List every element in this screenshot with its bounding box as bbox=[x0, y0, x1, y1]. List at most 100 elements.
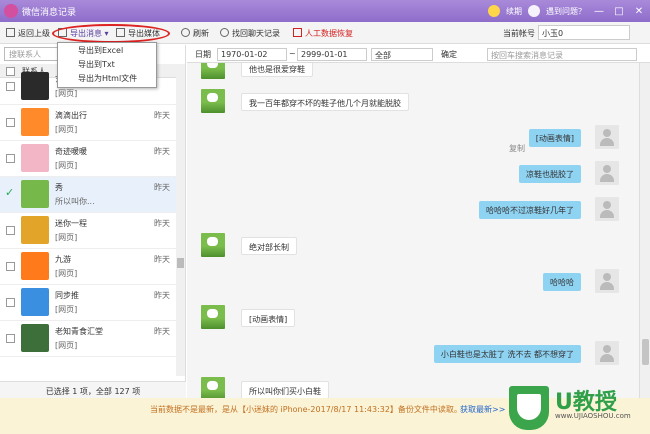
document-icon bbox=[293, 28, 302, 37]
user-avatar-icon bbox=[595, 161, 619, 185]
app-logo-icon bbox=[4, 4, 18, 18]
problem-link[interactable]: 遇到问题？ bbox=[546, 6, 586, 17]
message-bubble[interactable]: [动画表情] bbox=[528, 129, 581, 147]
message-bubble[interactable]: 我一百年都穿不坏的鞋子他几个月就能脱胶 bbox=[241, 93, 409, 111]
contact-time: 昨天 bbox=[154, 111, 170, 120]
contact-checkbox[interactable] bbox=[6, 334, 15, 343]
contact-preview: 所以叫你... bbox=[55, 197, 95, 206]
message-bubble[interactable]: 哈哈哈不过凉鞋好几年了 bbox=[479, 201, 581, 219]
contact-row[interactable]: 九游 [网页] 昨天 bbox=[0, 249, 176, 285]
title-bar-actions: 续期 遇到问题？ — □ ✕ bbox=[488, 3, 646, 19]
user-avatar-icon bbox=[595, 197, 619, 221]
contact-avatar-icon bbox=[201, 89, 225, 113]
contact-row[interactable]: 老知青食汇堂 [网页] 昨天 bbox=[0, 321, 176, 357]
contact-avatar bbox=[21, 324, 49, 352]
contact-preview: [网页] bbox=[55, 89, 78, 98]
contact-checkbox[interactable] bbox=[6, 298, 15, 307]
recover-icon bbox=[220, 28, 229, 37]
contact-list: 艺术西区[网页]滴滴出行[网页]昨天奇迹暖暖[网页]昨天✓秀所以叫你...昨天迷… bbox=[0, 72, 176, 357]
date-label: 日期 bbox=[195, 50, 211, 59]
confirm-button[interactable]: 确定 bbox=[441, 49, 457, 60]
contact-avatar bbox=[21, 72, 49, 100]
contact-checkbox[interactable] bbox=[6, 262, 15, 271]
manual-recovery-label: 人工数据恢复 bbox=[305, 29, 353, 38]
contact-scrollbar[interactable] bbox=[176, 64, 185, 376]
selection-summary: 已选择 1 项，全部 127 项 bbox=[0, 381, 186, 398]
contact-name: 迷你一程 bbox=[55, 219, 87, 228]
renew-link[interactable]: 续期 bbox=[506, 6, 522, 17]
copy-label[interactable]: 复制 bbox=[509, 143, 525, 154]
contact-checkbox[interactable] bbox=[6, 118, 15, 127]
account-label: 当前帐号 bbox=[503, 29, 535, 38]
minimize-button[interactable]: — bbox=[592, 6, 606, 17]
date-separator: ~ bbox=[289, 49, 296, 58]
contact-name: 秀 bbox=[55, 183, 63, 192]
chat-area: 他也是很爱穿鞋我一百年都穿不坏的鞋子他几个月就能脱胶 [动画表情] 凉鞋也脱胶了哈哈… bbox=[187, 63, 639, 398]
message-bubble[interactable]: [动画表情] bbox=[241, 309, 296, 327]
contact-panel: 搜联系人 联系人 艺术西区[网页]滴滴出行[网页]昨天奇迹暖暖[网页]昨天✓秀所… bbox=[0, 45, 186, 398]
contact-time: 昨天 bbox=[154, 291, 170, 300]
contact-preview: [网页] bbox=[55, 269, 78, 278]
message-type-select[interactable]: 全部 bbox=[371, 48, 433, 61]
chat-scroll-thumb[interactable] bbox=[642, 339, 649, 365]
contact-name: 同步推 bbox=[55, 291, 79, 300]
message-bubble[interactable]: 哈哈哈 bbox=[543, 273, 581, 291]
contact-time: 昨天 bbox=[154, 219, 170, 228]
message-bubble[interactable]: 所以叫你们买小白鞋 bbox=[241, 381, 329, 398]
window-title: 微信消息记录 bbox=[22, 8, 77, 18]
manual-recovery-button[interactable]: 人工数据恢复 bbox=[293, 28, 353, 39]
contact-preview: [网页] bbox=[55, 233, 78, 242]
filter-bar: 日期 1970-01-02 ~ 2999-01-01 全部 确定 按回车搜索消息… bbox=[187, 45, 650, 63]
contact-row[interactable]: 奇迹暖暖 [网页] 昨天 bbox=[0, 141, 176, 177]
contact-avatar bbox=[21, 180, 49, 208]
chat-scrollbar[interactable] bbox=[639, 63, 650, 398]
back-button[interactable]: 返回上级 bbox=[6, 28, 50, 39]
export-menu-item[interactable]: 导出为Html文件 bbox=[58, 71, 156, 85]
refresh-icon bbox=[181, 28, 190, 37]
contact-preview: [网页] bbox=[55, 341, 78, 350]
contact-checkbox[interactable] bbox=[6, 154, 15, 163]
checkmark-icon[interactable]: ✓ bbox=[5, 186, 14, 199]
contact-time: 昨天 bbox=[154, 183, 170, 192]
contact-avatar bbox=[21, 252, 49, 280]
recover-button[interactable]: 找回聊天记录 bbox=[220, 28, 280, 39]
refresh-label: 刷新 bbox=[193, 29, 209, 38]
contact-avatar-icon bbox=[201, 63, 225, 79]
contact-scroll-thumb[interactable] bbox=[177, 258, 184, 268]
maximize-button[interactable]: □ bbox=[612, 6, 626, 17]
message-bubble[interactable]: 小白鞋也是太脏了 洗不去 都不想穿了 bbox=[433, 345, 581, 363]
shield-logo-icon bbox=[509, 386, 549, 430]
refresh-button[interactable]: 刷新 bbox=[181, 28, 209, 39]
contact-row[interactable]: 迷你一程 [网页] 昨天 bbox=[0, 213, 176, 249]
account-select[interactable]: 小玉0 bbox=[538, 25, 630, 40]
contact-preview: [网页] bbox=[55, 125, 78, 134]
contact-time: 昨天 bbox=[154, 327, 170, 336]
contact-avatar bbox=[21, 108, 49, 136]
contact-row[interactable]: ✓ 秀所以叫你... 昨天 bbox=[0, 177, 176, 213]
watermark-url: www.UJIAOSHOU.com bbox=[555, 412, 631, 420]
message-bubble[interactable]: 凉鞋也脱胶了 bbox=[519, 165, 581, 183]
export-menu-item[interactable]: 导出到Txt bbox=[58, 57, 156, 71]
date-from-input[interactable]: 1970-01-02 bbox=[217, 48, 287, 61]
message-bubble[interactable]: 绝对部长制 bbox=[241, 237, 297, 255]
get-latest-link[interactable]: 获取最新>> bbox=[460, 404, 505, 415]
contact-row[interactable]: 同步推 [网页] 昨天 bbox=[0, 285, 176, 321]
contact-time: 昨天 bbox=[154, 147, 170, 156]
contact-time: 昨天 bbox=[154, 255, 170, 264]
contact-name: 滴滴出行 bbox=[55, 111, 87, 120]
highlight-annotation bbox=[52, 24, 170, 43]
contact-checkbox[interactable] bbox=[6, 226, 15, 235]
close-button[interactable]: ✕ bbox=[632, 6, 646, 17]
export-menu-item[interactable]: 导出到Excel bbox=[58, 43, 156, 57]
message-search-input[interactable]: 按回车搜索消息记录 bbox=[487, 48, 637, 61]
contact-row[interactable]: 滴滴出行 [网页] 昨天 bbox=[0, 105, 176, 141]
contact-avatar-icon bbox=[201, 233, 225, 257]
contact-avatar-icon bbox=[201, 305, 225, 329]
watermark: U教授 www.UJIAOSHOU.com bbox=[505, 382, 650, 434]
contact-checkbox[interactable] bbox=[6, 82, 15, 91]
contact-preview: [网页] bbox=[55, 305, 78, 314]
message-bubble[interactable]: 他也是很爱穿鞋 bbox=[241, 63, 313, 77]
contact-avatar-icon bbox=[201, 377, 225, 398]
date-to-input[interactable]: 2999-01-01 bbox=[297, 48, 367, 61]
contact-avatar bbox=[21, 288, 49, 316]
